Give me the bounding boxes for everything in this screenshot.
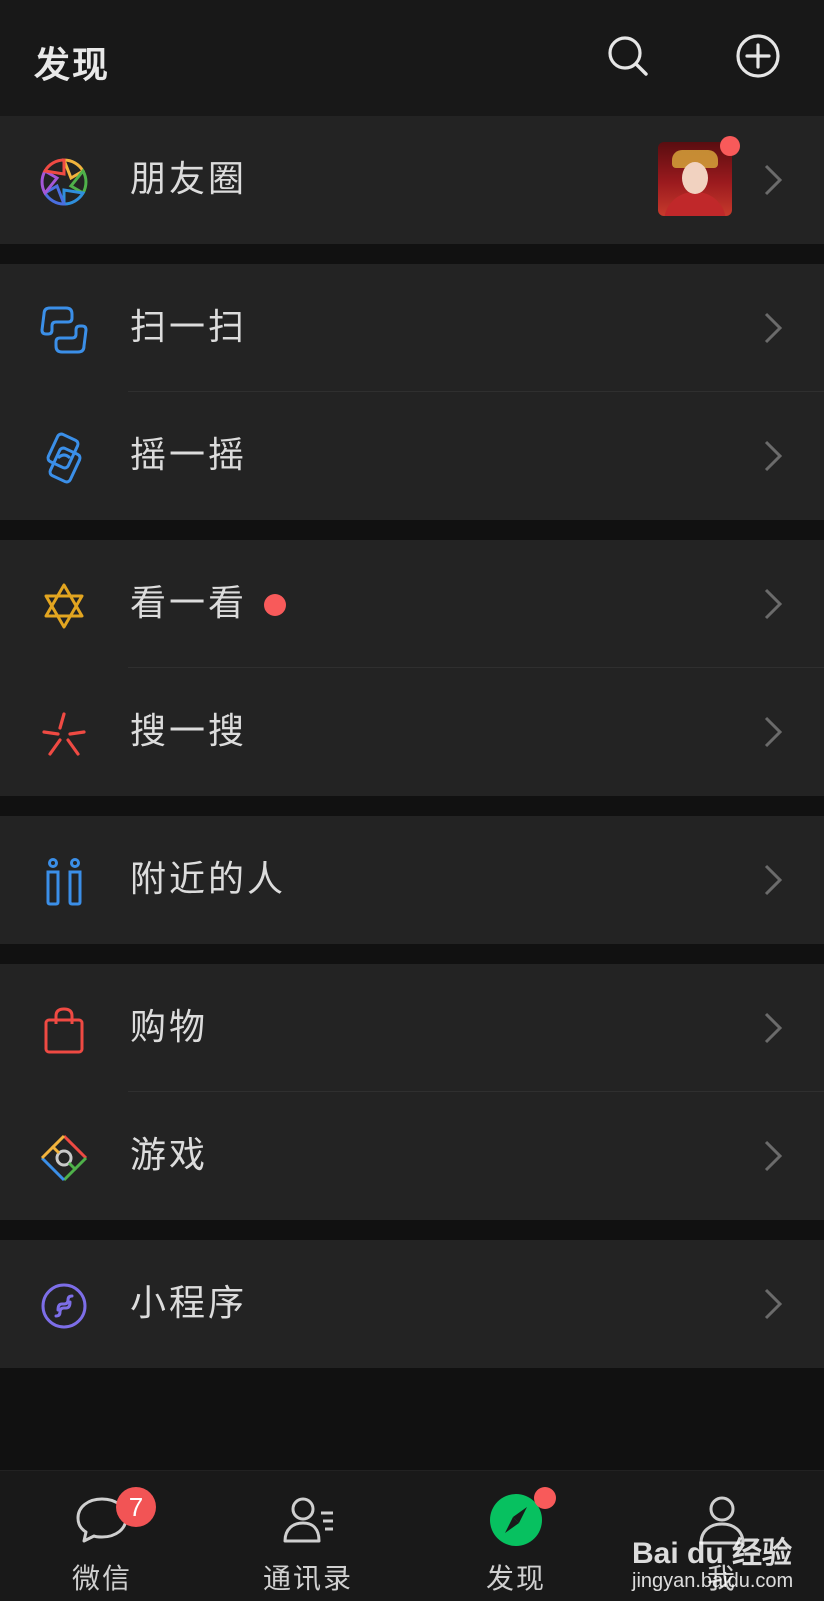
- discover-new-dot: [534, 1487, 556, 1509]
- chevron-right-icon: [762, 586, 784, 622]
- page-title: 发现: [34, 45, 111, 86]
- chevron-right-icon: [762, 438, 784, 474]
- bottom-tab-bar: 7 微信 通讯录 发现 我: [0, 1470, 824, 1601]
- tab-label: 发现: [485, 1562, 546, 1595]
- menu-item-shake[interactable]: 摇一摇: [0, 392, 824, 520]
- menu-item-games[interactable]: 游戏: [0, 1092, 824, 1220]
- shopping-bag-icon: [38, 1004, 90, 1056]
- tab-discover[interactable]: 发现: [436, 1471, 596, 1601]
- menu-item-label: 小程序: [130, 1283, 248, 1324]
- chevron-right-icon: [762, 310, 784, 346]
- plus-circle-icon[interactable]: [734, 32, 782, 80]
- mini-program-icon: [38, 1280, 90, 1332]
- menu-item-label: 朋友圈: [130, 159, 248, 200]
- moments-aperture-icon: [38, 156, 90, 208]
- menu-item-label: 附近的人: [130, 859, 287, 900]
- group-shopping-games: 购物 游戏: [0, 964, 824, 1220]
- moments-new-dot: [720, 136, 740, 156]
- menu-item-label: 扫一扫: [130, 307, 248, 348]
- menu-item-label: 游戏: [130, 1135, 209, 1176]
- group-mini-programs: 小程序: [0, 1240, 824, 1368]
- tab-contacts[interactable]: 通讯录: [228, 1471, 388, 1601]
- contacts-icon: [279, 1491, 337, 1549]
- thumbnail-face: [682, 162, 708, 194]
- group-look-search: 看一看 搜一搜: [0, 540, 824, 796]
- menu-item-shopping[interactable]: 购物: [0, 964, 824, 1092]
- top-stories-icon: [38, 580, 90, 632]
- chevron-right-icon: [762, 1286, 784, 1322]
- group-scan-shake: 扫一扫 摇一摇: [0, 264, 824, 520]
- top-stories-new-dot: [264, 594, 286, 616]
- people-nearby-icon: [38, 856, 90, 908]
- chevron-right-icon: [762, 862, 784, 898]
- unread-badge: 7: [116, 1487, 156, 1527]
- menu-item-mini-programs[interactable]: 小程序: [0, 1240, 824, 1368]
- chevron-right-icon: [762, 1138, 784, 1174]
- thumbnail-robe: [664, 192, 726, 216]
- menu-item-scan[interactable]: 扫一扫: [0, 264, 824, 392]
- search-sparkle-icon: [38, 708, 90, 760]
- moments-thumbnail: [658, 142, 732, 216]
- top-bar: 发现: [0, 0, 824, 116]
- tab-label: 通讯录: [262, 1562, 353, 1595]
- tab-label: 我: [706, 1562, 737, 1595]
- me-person-icon: [693, 1491, 751, 1549]
- menu-item-label: 购物: [130, 1007, 209, 1048]
- tab-label: 微信: [71, 1562, 132, 1595]
- menu-item-label: 摇一摇: [130, 435, 248, 476]
- menu-item-label: 看一看: [130, 583, 248, 624]
- menu-item-search[interactable]: 搜一搜: [0, 668, 824, 796]
- tab-me[interactable]: 我: [642, 1471, 802, 1601]
- menu-item-label: 搜一搜: [130, 711, 248, 752]
- scan-icon: [38, 304, 90, 356]
- games-icon: [38, 1132, 90, 1184]
- chevron-right-icon: [762, 1010, 784, 1046]
- menu-item-people-nearby[interactable]: 附近的人: [0, 816, 824, 944]
- shake-icon: [38, 432, 90, 484]
- menu-item-top-stories[interactable]: 看一看: [0, 540, 824, 668]
- search-icon[interactable]: [604, 32, 652, 80]
- group-nearby: 附近的人: [0, 816, 824, 944]
- chevron-right-icon: [762, 714, 784, 750]
- tab-chats[interactable]: 7 微信: [22, 1471, 182, 1601]
- chevron-right-icon: [762, 162, 784, 198]
